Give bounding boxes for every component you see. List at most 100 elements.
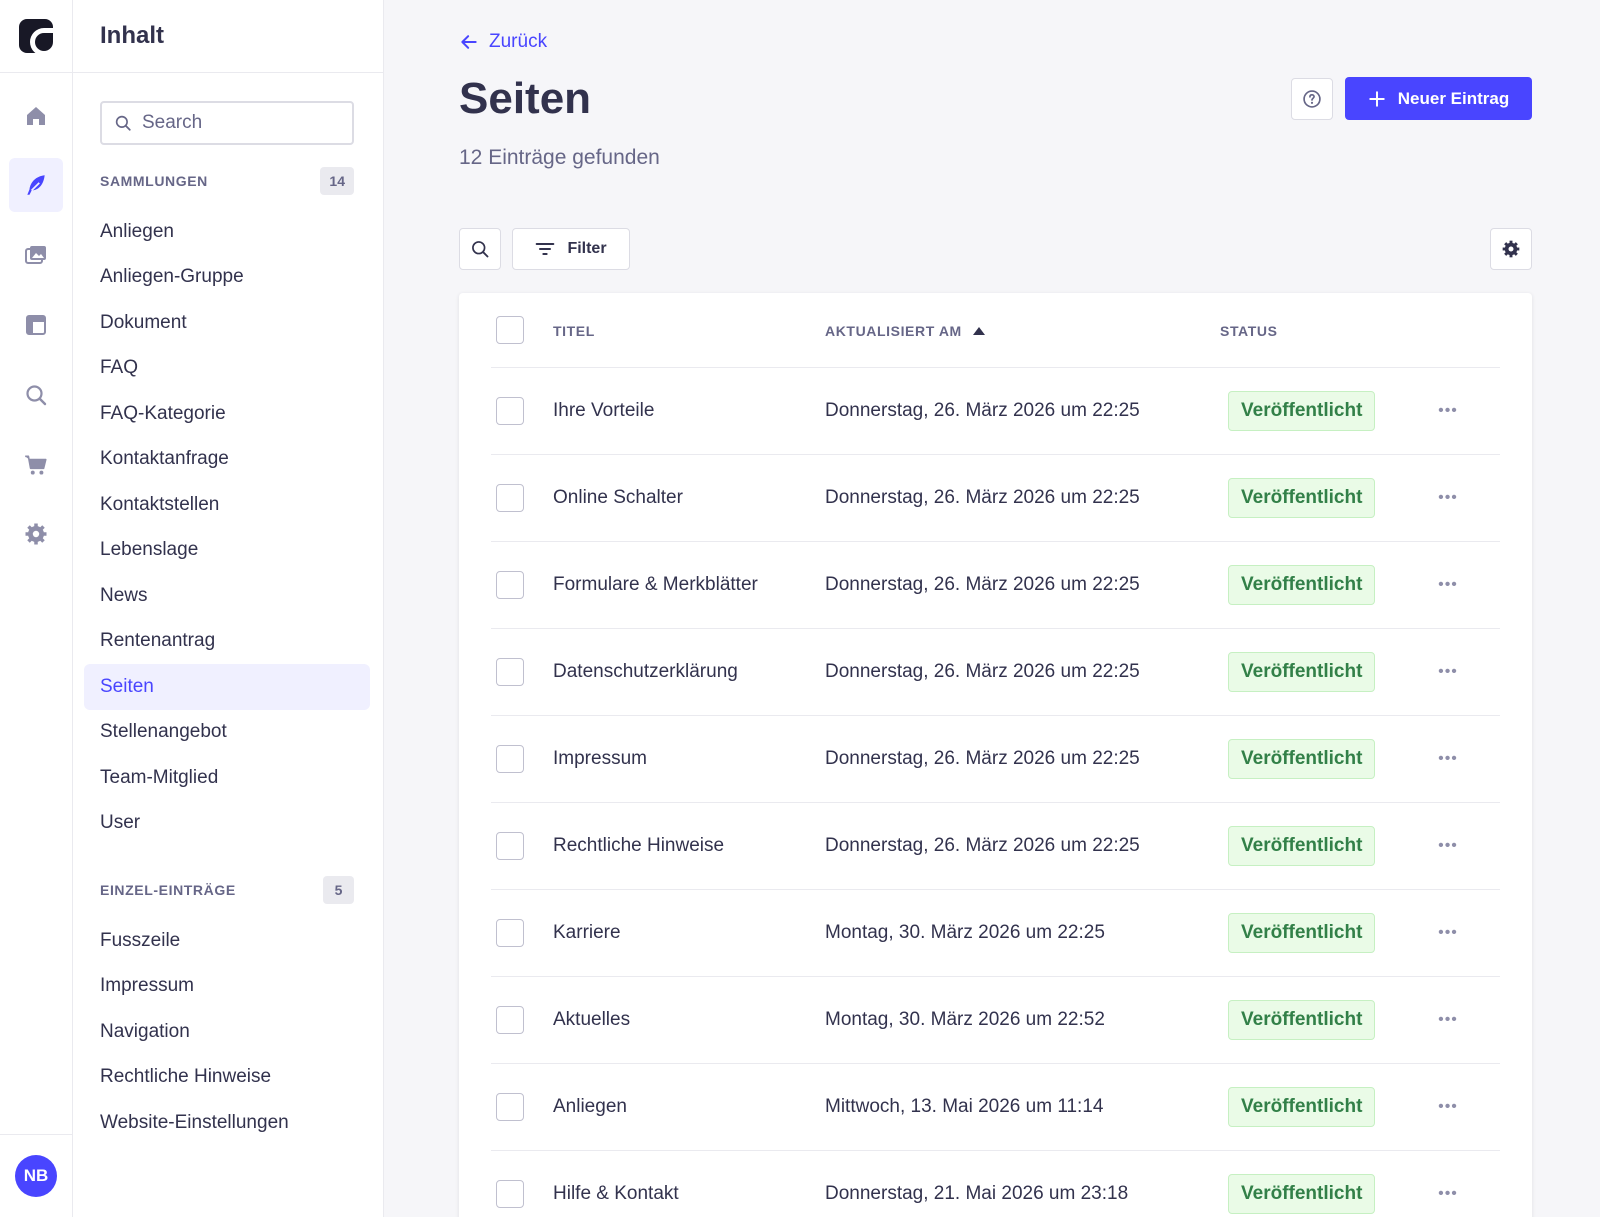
sidebar-item-dokument[interactable]: Dokument [84,300,370,346]
cart-icon [25,455,47,475]
row-checkbox[interactable] [496,919,524,947]
app-logo[interactable] [0,0,72,73]
table-settings-button[interactable] [1490,228,1532,270]
more-actions-button[interactable]: ••• [1433,1005,1463,1035]
table-row[interactable]: Anliegen Mittwoch, 13. Mai 2026 um 11:14 V… [491,1064,1500,1151]
sidebar-item-user[interactable]: User [84,801,370,847]
row-checkbox[interactable] [496,832,524,860]
home-nav-button[interactable] [9,89,63,143]
column-header-title[interactable]: TITEL [553,323,595,339]
cell-title: Aktuelles [553,1009,631,1030]
search-input[interactable] [142,112,332,134]
sidebar-item-seiten[interactable]: Seiten [84,664,370,710]
entries-count: 12 Einträge gefunden [459,146,660,169]
status-badge: Veröffentlicht [1228,565,1376,605]
column-header-status[interactable]: STATUS [1220,323,1278,339]
sidebar-item-navigation[interactable]: Navigation [84,1009,370,1055]
back-link[interactable]: Zurück [459,31,547,53]
table-row[interactable]: Aktuelles Montag, 30. März 2026 um 22:52 V… [491,977,1500,1064]
single-types-title: EINZEL-EINTRÄGE [100,882,236,898]
cell-updated: Donnerstag, 26. März 2026 um 22:25 [825,835,1140,856]
more-icon: ••• [1438,663,1458,680]
more-actions-button[interactable]: ••• [1433,396,1463,426]
cell-title: Formulare & Merkblätter [553,574,758,595]
sidebar-item-kontaktanfrage[interactable]: Kontaktanfrage [84,437,370,483]
sidebar-item-news[interactable]: News [84,573,370,619]
row-checkbox[interactable] [496,397,524,425]
more-actions-button[interactable]: ••• [1433,1092,1463,1122]
more-actions-button[interactable]: ••• [1433,1179,1463,1209]
help-button[interactable] [1291,78,1333,120]
subnav-search[interactable] [100,101,354,145]
plus-icon [1369,90,1385,107]
entries-table: TITEL AKTUALISIERT AM STATUS Ihre Vortei… [459,293,1532,1217]
status-badge: Veröffentlicht [1228,391,1376,431]
settings-nav-button[interactable] [9,507,63,561]
filter-label: Filter [567,240,607,257]
select-all-checkbox[interactable] [496,316,524,344]
row-checkbox[interactable] [496,571,524,599]
sidebar-item-website-einstellungen[interactable]: Website-Einstellungen [84,1100,370,1146]
sidebar-item-rentenantrag[interactable]: Rentenantrag [84,619,370,665]
row-checkbox[interactable] [496,1180,524,1208]
table-row[interactable]: Hilfe & Kontakt Donnerstag, 21. Mai 2026 … [491,1151,1500,1217]
table-row[interactable]: Karriere Montag, 30. März 2026 um 22:25 Ve… [491,890,1500,977]
cell-updated: Donnerstag, 26. März 2026 um 22:25 [825,661,1140,682]
sort-ascending-icon [972,327,985,335]
table-row[interactable]: Datenschutzerklärung Donnerstag, 26. März… [491,629,1500,716]
sidebar-item-kontaktstellen[interactable]: Kontaktstellen [84,482,370,528]
column-header-updated-label: AKTUALISIERT AM [825,323,962,339]
question-circle-icon [1303,90,1321,108]
status-badge: Veröffentlicht [1228,652,1376,692]
column-header-updated[interactable]: AKTUALISIERT AM [825,323,986,339]
more-actions-button[interactable]: ••• [1433,483,1463,513]
sidebar-item-fusszeile[interactable]: Fusszeile [84,918,370,964]
table-row[interactable]: Impressum Donnerstag, 26. März 2026 um 22… [491,716,1500,803]
row-checkbox[interactable] [496,1006,524,1034]
logo-icon [19,19,58,56]
gear-icon [25,523,47,545]
filter-button[interactable]: Filter [512,228,630,270]
row-checkbox[interactable] [496,1093,524,1121]
more-actions-button[interactable]: ••• [1433,831,1463,861]
sidebar-item-anliegen[interactable]: Anliegen [84,209,370,255]
cell-title: Karriere [553,922,621,943]
row-checkbox[interactable] [496,745,524,773]
table-search-button[interactable] [459,228,501,270]
sidebar-item-impressum[interactable]: Impressum [84,964,370,1010]
row-checkbox[interactable] [496,484,524,512]
more-actions-button[interactable]: ••• [1433,744,1463,774]
more-icon: ••• [1438,837,1458,854]
subnav-header: Inhalt [73,0,383,73]
sidebar-item-stellenangebot[interactable]: Stellenangebot [84,710,370,756]
media-library-nav-button[interactable] [9,228,63,282]
sidebar-item-faq[interactable]: FAQ [84,346,370,392]
more-actions-button[interactable]: ••• [1433,570,1463,600]
sidebar-item-faq-kategorie[interactable]: FAQ-Kategorie [84,391,370,437]
marketplace-nav-button[interactable] [9,438,63,492]
sidebar-item-anliegen-gruppe[interactable]: Anliegen-Gruppe [84,255,370,301]
table-row[interactable]: Rechtliche Hinweise Donnerstag, 26. März … [491,803,1500,890]
more-icon: ••• [1438,489,1458,506]
cell-updated: Mittwoch, 13. Mai 2026 um 11:14 [825,1096,1104,1117]
content-type-builder-nav-button[interactable] [9,298,63,352]
sidebar-item-rechtliche-hinweise[interactable]: Rechtliche Hinweise [84,1055,370,1101]
subnav-title: Inhalt [100,22,164,49]
collections-section-header: SAMMLUNGEN 14 [100,167,354,195]
row-checkbox[interactable] [496,658,524,686]
table-row[interactable]: Ihre Vorteile Donnerstag, 26. März 2026 u… [491,368,1500,455]
more-actions-button[interactable]: ••• [1433,918,1463,948]
table-row[interactable]: Formulare & Merkblätter Donnerstag, 26. M… [491,542,1500,629]
new-entry-button[interactable]: Neuer Eintrag [1345,77,1532,120]
cell-title: Impressum [553,748,647,769]
table-row[interactable]: Online Schalter Donnerstag, 26. März 2026… [491,455,1500,542]
cell-title: Hilfe & Kontakt [553,1183,679,1204]
sidebar-item-team-mitglied[interactable]: Team-Mitglied [84,755,370,801]
avatar[interactable]: NB [15,1155,57,1197]
cell-title: Ihre Vorteile [553,400,655,421]
sidebar-item-lebenslage[interactable]: Lebenslage [84,528,370,574]
search-nav-button[interactable] [9,368,63,422]
more-actions-button[interactable]: ••• [1433,657,1463,687]
column-header-status-label: STATUS [1220,323,1278,339]
content-manager-nav-button[interactable] [9,158,63,212]
